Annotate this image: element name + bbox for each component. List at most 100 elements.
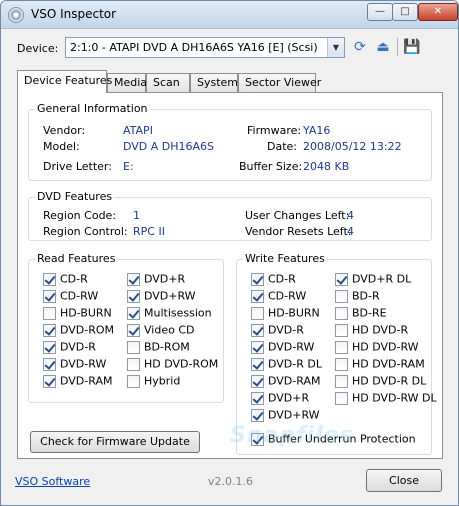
read-feature-checkbox[interactable]: BD-ROM [127, 340, 190, 354]
title-bar[interactable]: VSO Inspector — □ ✕ [1, 1, 458, 29]
checkbox-label: DVD-R DL [268, 357, 322, 371]
write-feature-checkbox[interactable]: HD-BURN [251, 306, 320, 320]
checkbox-label: HD DVD-ROM [144, 357, 219, 371]
checkbox-label: DVD-RAM [268, 374, 321, 388]
checkbox-label: HD DVD-RW DL [352, 391, 437, 405]
minimize-button[interactable]: — [367, 3, 393, 21]
write-feature-checkbox[interactable]: HD DVD-RW [335, 340, 419, 354]
read-feature-checkbox[interactable]: Hybrid [127, 374, 180, 388]
checkbox-label: DVD+RW [268, 408, 320, 422]
read-feature-checkbox[interactable]: HD-BURN [43, 306, 112, 320]
check-firmware-update-button[interactable]: Check for Firmware Update [30, 431, 200, 453]
checkbox-box[interactable] [251, 306, 264, 320]
checkbox-box[interactable] [127, 289, 140, 303]
checkbox-box[interactable] [335, 323, 348, 337]
write-feature-checkbox[interactable]: DVD-RAM [251, 374, 320, 388]
firmware-label: Firmware: [247, 124, 302, 137]
checkbox-box[interactable] [335, 306, 348, 320]
checkbox-label: DVD-RW [268, 340, 315, 354]
checkbox-box[interactable] [43, 289, 56, 303]
maximize-button[interactable]: □ [392, 3, 418, 21]
tab-device-features[interactable]: Device Features [17, 70, 112, 93]
model-label: Model: [43, 140, 80, 153]
write-feature-checkbox[interactable]: CD-RW [251, 289, 306, 303]
write-feature-checkbox[interactable]: HD DVD-RAM [335, 357, 425, 371]
write-feature-checkbox[interactable]: BD-RE [335, 306, 387, 320]
tab-scan[interactable]: Scan [146, 73, 190, 92]
toolbar-divider [397, 38, 398, 56]
checkbox-box[interactable] [127, 357, 140, 371]
read-feature-checkbox[interactable]: CD-RW [43, 289, 98, 303]
vso-software-link[interactable]: VSO Software [15, 475, 90, 488]
checkbox-box[interactable] [335, 340, 348, 354]
close-window-button[interactable]: ✕ [418, 3, 458, 21]
checkbox-box[interactable] [335, 391, 348, 405]
region-control-label: Region Control: [43, 225, 128, 238]
read-feature-checkbox[interactable]: DVD-R [43, 340, 96, 354]
checkbox-label: DVD+R DL [352, 272, 412, 286]
checkbox-box[interactable] [251, 374, 264, 388]
window-title: VSO Inspector [31, 7, 117, 21]
checkbox-box[interactable] [251, 408, 264, 422]
read-feature-checkbox[interactable]: HD DVD-ROM [127, 357, 218, 371]
checkbox-box[interactable] [251, 289, 264, 303]
write-feature-checkbox[interactable]: HD DVD-R [335, 323, 408, 337]
checkbox-box[interactable] [251, 391, 264, 405]
checkbox-box[interactable] [251, 272, 264, 286]
write-feature-checkbox[interactable]: DVD-RW [251, 340, 314, 354]
user-changes-value: 4 [347, 209, 354, 222]
checkbox-box[interactable] [43, 306, 56, 320]
write-feature-checkbox[interactable]: BD-R [335, 289, 380, 303]
checkbox-box[interactable] [335, 374, 348, 388]
checkbox-label: HD DVD-R DL [352, 374, 427, 388]
write-feature-checkbox[interactable]: DVD+R DL [335, 272, 411, 286]
read-feature-checkbox[interactable]: Video CD [127, 323, 194, 337]
checkbox-box[interactable] [335, 272, 348, 286]
write-feature-checkbox[interactable]: DVD-R [251, 323, 304, 337]
tab-system[interactable]: System [190, 73, 238, 92]
vendor-resets-label: Vendor Resets Left: [245, 225, 352, 238]
write-feature-checkbox[interactable]: HD DVD-RW DL [335, 391, 437, 405]
write-feature-checkbox[interactable]: HD DVD-R DL [335, 374, 426, 388]
write-feature-checkbox[interactable]: CD-R [251, 272, 296, 286]
read-feature-checkbox[interactable]: Multisession [127, 306, 212, 320]
tab-media[interactable]: Media [107, 73, 147, 92]
save-icon[interactable]: 💾 [403, 38, 421, 56]
read-feature-checkbox[interactable]: DVD-ROM [43, 323, 114, 337]
checkbox-box[interactable] [43, 323, 56, 337]
model-value: DVD A DH16A6S [123, 140, 215, 153]
read-feature-checkbox[interactable]: DVD+RW [127, 289, 196, 303]
checkbox-box[interactable] [251, 323, 264, 337]
checkbox-label: HD-BURN [60, 306, 112, 320]
checkbox-box[interactable] [335, 289, 348, 303]
checkbox-box[interactable] [251, 340, 264, 354]
checkbox-label: DVD-RAM [60, 374, 113, 388]
checkbox-box[interactable] [43, 272, 56, 286]
write-feature-checkbox[interactable]: DVD+R [251, 391, 309, 405]
checkbox-box[interactable] [43, 357, 56, 371]
read-feature-checkbox[interactable]: DVD-RW [43, 357, 106, 371]
chevron-down-icon[interactable]: ▼ [327, 38, 344, 57]
checkbox-box[interactable] [127, 374, 140, 388]
checkbox-box[interactable] [251, 357, 264, 371]
checkbox-box[interactable] [127, 340, 140, 354]
tab-sector-viewer[interactable]: Sector Viewer [238, 73, 321, 92]
checkbox-box[interactable] [43, 374, 56, 388]
refresh-icon[interactable]: ⟳ [351, 38, 369, 56]
checkbox-box[interactable] [335, 357, 348, 371]
close-button[interactable]: Close [366, 469, 442, 492]
read-feature-checkbox[interactable]: DVD-RAM [43, 374, 112, 388]
write-feature-checkbox[interactable]: DVD-R DL [251, 357, 322, 371]
read-feature-checkbox[interactable]: CD-R [43, 272, 88, 286]
checkbox-box[interactable] [43, 340, 56, 354]
eject-icon[interactable]: ⏏ [374, 38, 392, 56]
drive-letter-value: E: [123, 160, 134, 173]
checkbox-box[interactable] [127, 272, 140, 286]
checkbox-label: Hybrid [144, 374, 181, 388]
read-features-group: Read Features CD-R CD-RW HD-BURN DVD-ROM DVD… [28, 252, 224, 403]
write-feature-checkbox[interactable]: DVD+RW [251, 408, 320, 422]
device-select[interactable]: 2:1:0 - ATAPI DVD A DH16A6S YA16 [E] (Sc… [65, 37, 345, 58]
read-feature-checkbox[interactable]: DVD+R [127, 272, 185, 286]
checkbox-box[interactable] [127, 323, 140, 337]
checkbox-box[interactable] [127, 306, 140, 320]
